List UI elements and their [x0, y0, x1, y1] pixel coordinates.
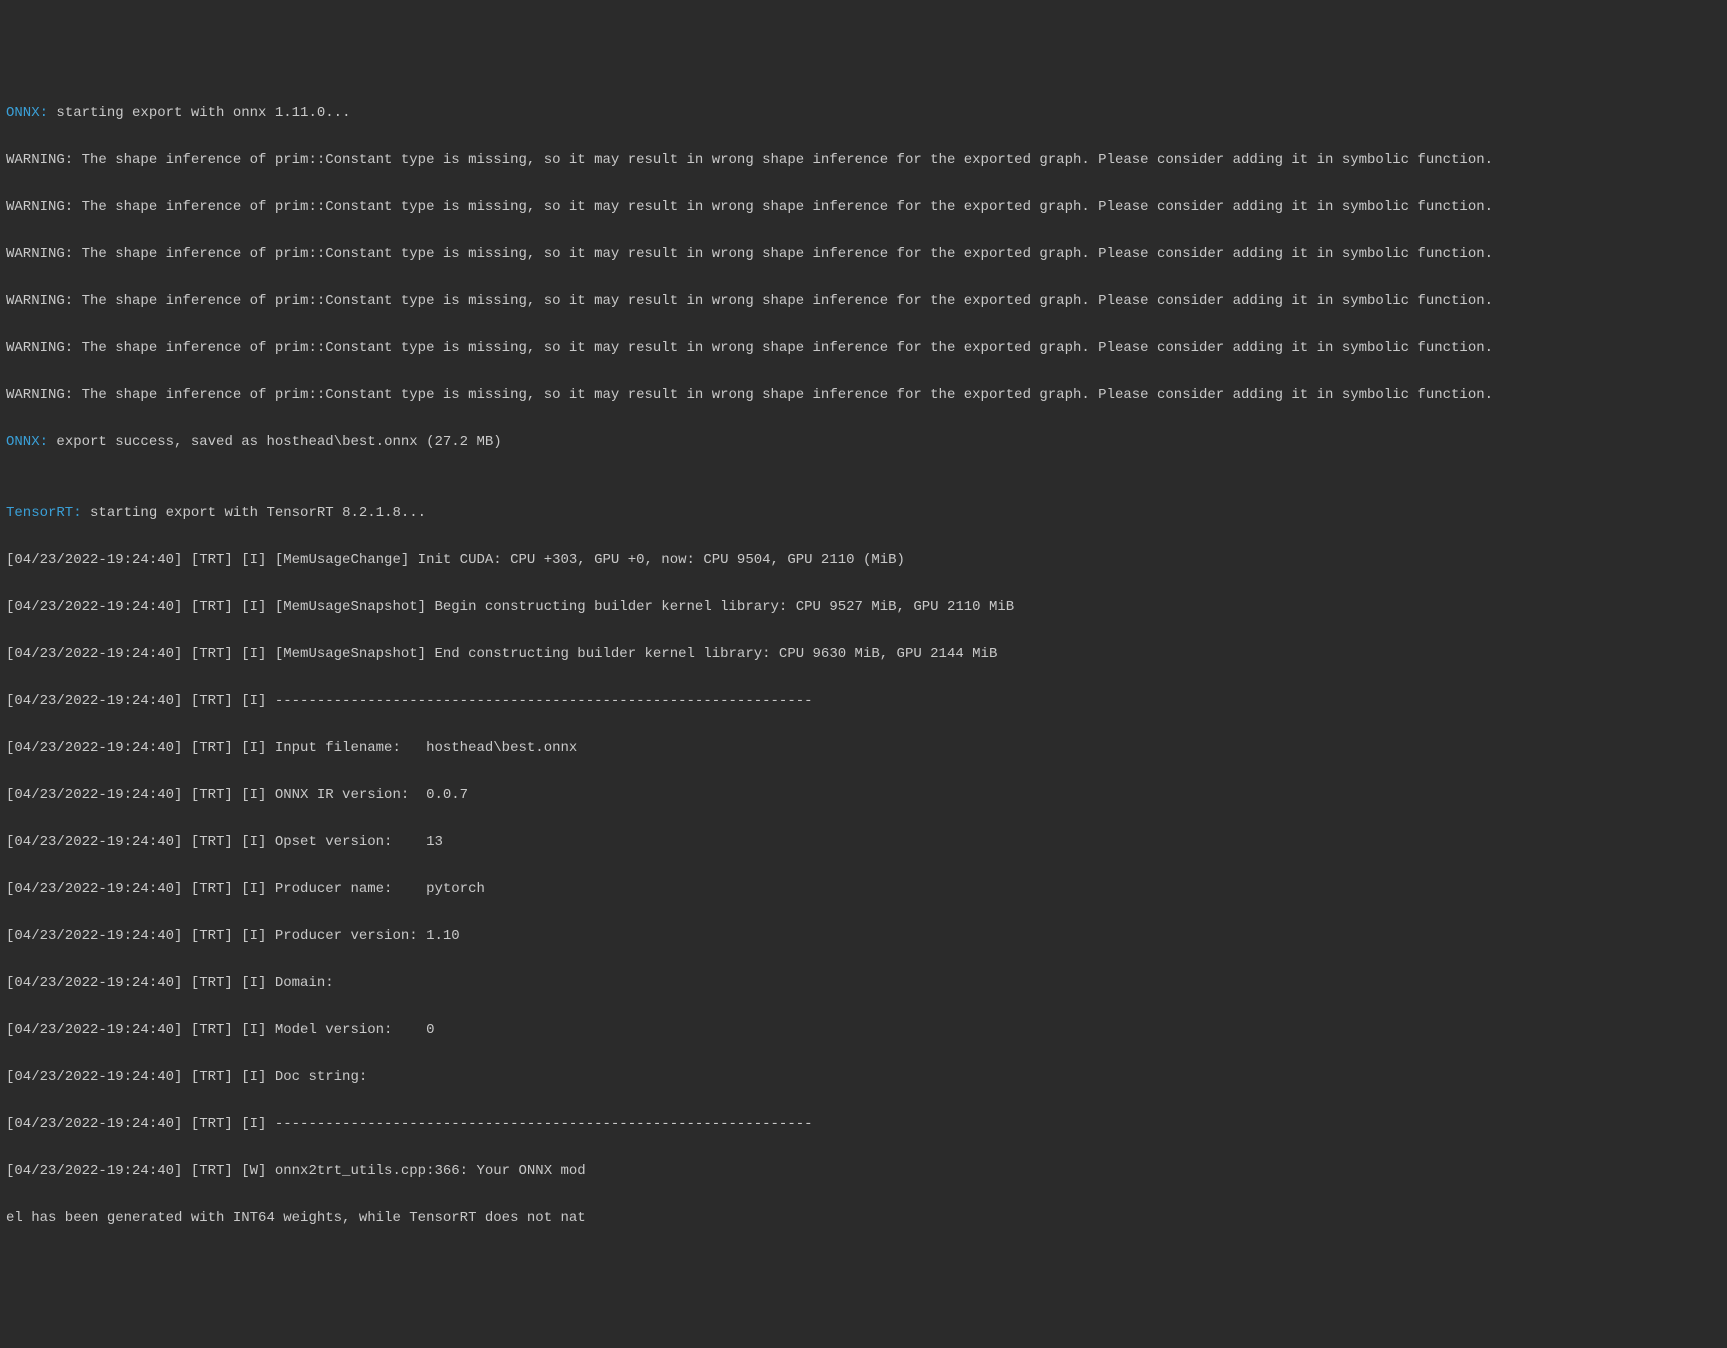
log-line-trt: [04/23/2022-19:24:40] [TRT] [I] Producer…: [6, 925, 1721, 949]
log-line-trt: [04/23/2022-19:24:40] [TRT] [W] onnx2trt…: [6, 1160, 1721, 1184]
log-line-trt: [04/23/2022-19:24:40] [TRT] [I] Domain:: [6, 972, 1721, 996]
log-line-trt: [04/23/2022-19:24:40] [TRT] [I] [MemUsag…: [6, 596, 1721, 620]
log-line-trt: [04/23/2022-19:24:40] [TRT] [I] [MemUsag…: [6, 643, 1721, 667]
log-line-trt: [04/23/2022-19:24:40] [TRT] [I] --------…: [6, 1113, 1721, 1137]
log-line-warning: WARNING: The shape inference of prim::Co…: [6, 337, 1721, 361]
log-text: export success, saved as hosthead\best.o…: [48, 434, 502, 450]
log-text: starting export with onnx 1.11.0...: [48, 105, 350, 121]
log-line-onnx-start: ONNX: starting export with onnx 1.11.0..…: [6, 102, 1721, 126]
log-line-trt: [04/23/2022-19:24:40] [TRT] [I] Producer…: [6, 878, 1721, 902]
log-line-warning: WARNING: The shape inference of prim::Co…: [6, 196, 1721, 220]
onnx-keyword: ONNX:: [6, 434, 48, 450]
log-line-trt: [04/23/2022-19:24:40] [TRT] [I] ONNX IR …: [6, 784, 1721, 808]
tensorrt-keyword: TensorRT:: [6, 505, 82, 521]
log-line-trt: [04/23/2022-19:24:40] [TRT] [I] Opset ve…: [6, 831, 1721, 855]
log-line-trt: [04/23/2022-19:24:40] [TRT] [I] [MemUsag…: [6, 549, 1721, 573]
log-line-warning: WARNING: The shape inference of prim::Co…: [6, 290, 1721, 314]
log-line-trt: [04/23/2022-19:24:40] [TRT] [I] Input fi…: [6, 737, 1721, 761]
onnx-keyword: ONNX:: [6, 105, 48, 121]
log-line-warning: WARNING: The shape inference of prim::Co…: [6, 384, 1721, 408]
log-line-trt: [04/23/2022-19:24:40] [TRT] [I] Doc stri…: [6, 1066, 1721, 1090]
log-line-trt-start: TensorRT: starting export with TensorRT …: [6, 502, 1721, 526]
log-text: starting export with TensorRT 8.2.1.8...: [82, 505, 426, 521]
log-line-warning: WARNING: The shape inference of prim::Co…: [6, 243, 1721, 267]
log-line-trt: [04/23/2022-19:24:40] [TRT] [I] --------…: [6, 690, 1721, 714]
log-line-onnx-done: ONNX: export success, saved as hosthead\…: [6, 431, 1721, 455]
log-line-trt: [04/23/2022-19:24:40] [TRT] [I] Model ve…: [6, 1019, 1721, 1043]
log-line-trt: el has been generated with INT64 weights…: [6, 1207, 1721, 1231]
log-line-warning: WARNING: The shape inference of prim::Co…: [6, 149, 1721, 173]
